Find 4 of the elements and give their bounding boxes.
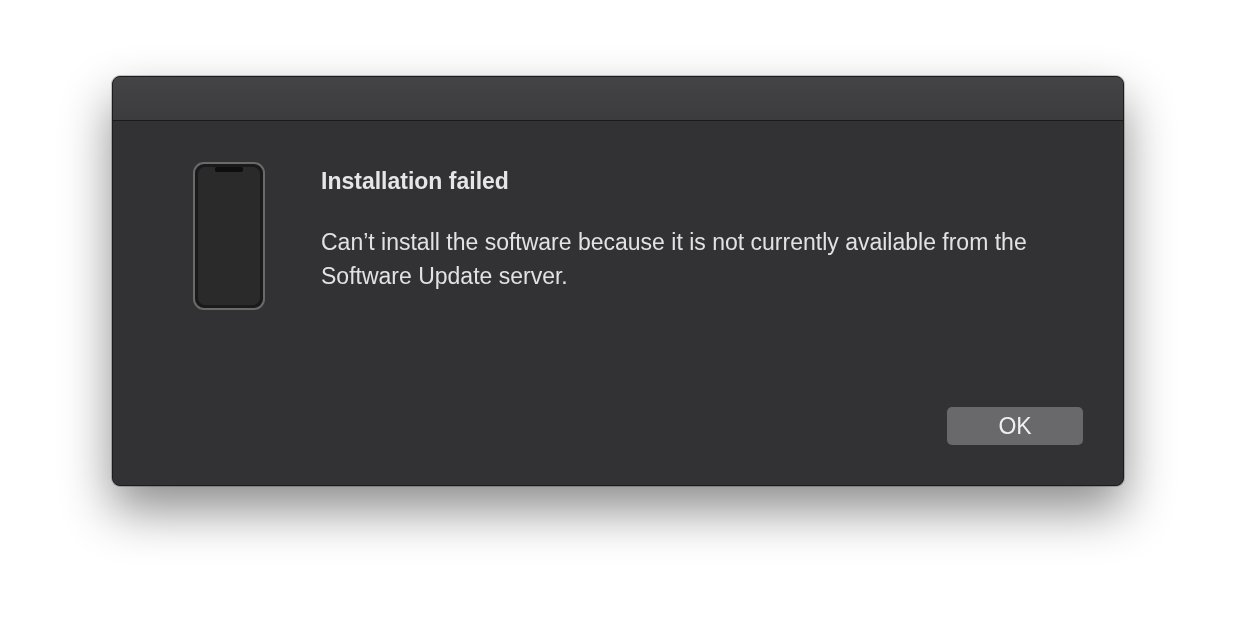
ok-button[interactable]: OK <box>947 407 1083 445</box>
alert-message: Can’t install the software because it is not currently available from the Software Update server. <box>321 228 1028 291</box>
phone-icon <box>193 162 265 310</box>
alert-title: Installation failed <box>321 168 510 195</box>
